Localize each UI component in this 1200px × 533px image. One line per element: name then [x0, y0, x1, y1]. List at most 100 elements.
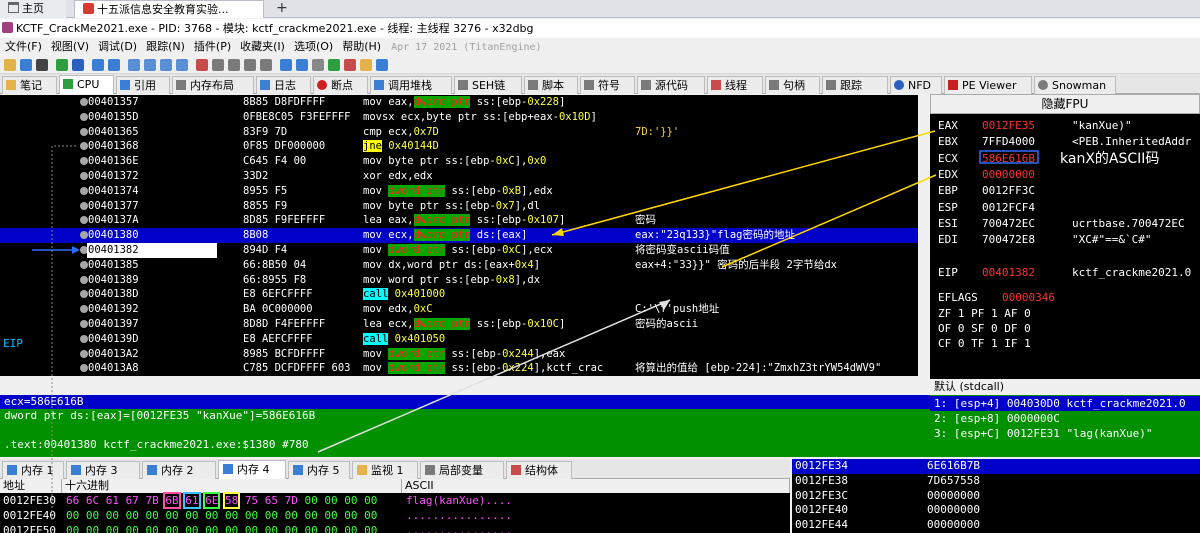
stack-panel[interactable]: 0012FE34 6E616B7B 0012FE38 7D657558 0012FE3C… [792, 459, 1200, 533]
menu-favourites[interactable]: 收藏夹(I) [240, 38, 285, 56]
tab-nfd[interactable]: NFD [890, 76, 942, 94]
restart-icon[interactable] [20, 59, 32, 71]
disasm-row[interactable]: 004013A8 C785 DCFDFFFF 603 mov dword ptr s… [0, 361, 918, 376]
disasm-row[interactable]: 00401389 66:8955 F8 mov word ptr ss:[ebp-0… [0, 273, 918, 288]
browser-tab-active[interactable]: 十五派信息安全教育实验... [74, 0, 264, 18]
tab-log[interactable]: 日志 [256, 76, 311, 94]
disasm-row[interactable]: 00401382 894D F4 mov dword ptr ss:[ebp-0xC… [0, 243, 918, 258]
tab-source[interactable]: 源代码 [637, 76, 705, 94]
call-arg-2[interactable]: 2: [esp+8] 0000000C [934, 411, 1060, 426]
register-row[interactable]: ESP 0012FCF4 [938, 200, 1072, 215]
disasm-row[interactable]: 00401380 8B08 mov ecx,dword ptr ds:[eax] ea… [0, 228, 918, 243]
settings-icon[interactable] [312, 59, 324, 71]
run-to-user-code-icon[interactable] [176, 59, 188, 71]
tab-dump-1[interactable]: 内存 1 [2, 461, 64, 479]
search-icon[interactable] [280, 59, 292, 71]
attach-icon[interactable] [360, 59, 372, 71]
menu-view[interactable]: 视图(V) [51, 38, 89, 56]
hide-fpu-button[interactable]: 隐藏FPU [930, 94, 1200, 114]
run-icon[interactable] [56, 59, 68, 71]
call-arg-3[interactable]: 3: [esp+C] 0012FE31 "lag(kanXue)" [934, 426, 1153, 441]
tab-snowman[interactable]: Snowman [1034, 76, 1116, 94]
execute-till-return-icon[interactable] [160, 59, 172, 71]
eflags-row[interactable]: EFLAGS 00000346 [938, 290, 1055, 305]
functions-icon[interactable] [260, 59, 272, 71]
tab-handles[interactable]: 句柄 [765, 76, 820, 94]
disasm-row[interactable]: 0040137A 8D85 F9FEFFFF lea eax,dword ptr s… [0, 213, 918, 228]
comments-icon[interactable] [212, 59, 224, 71]
browser-tab-home[interactable]: 主页 [0, 0, 66, 18]
disassembly-panel[interactable]: 00401357 8B85 D8FDFFFF mov eax,dword ptr s… [0, 95, 918, 376]
new-tab-button[interactable]: + [268, 0, 288, 18]
disasm-row[interactable]: 00401368 0F85 DF000000 jne 0x40144D [0, 139, 918, 154]
disasm-row[interactable]: 0040138D E8 6EFCFFFF call 0x401000 [0, 287, 918, 302]
register-row[interactable]: ECX 586E616B [938, 151, 1072, 166]
calculator-icon[interactable] [296, 59, 308, 71]
tab-call-stack[interactable]: 调用堆栈 [370, 76, 452, 94]
tab-trace[interactable]: 跟踪 [822, 76, 888, 94]
stack-row[interactable]: 0012FE38 7D657558 [792, 474, 1200, 489]
registers-panel[interactable]: 隐藏FPU EAX 0012FE35 "kanXue)" EBX 7FFD4000 <PE… [930, 94, 1200, 379]
trace-over-icon[interactable] [144, 59, 156, 71]
menu-trace[interactable]: 跟踪(N) [146, 38, 185, 56]
tab-dump-2[interactable]: 内存 2 [142, 461, 216, 479]
call-arg-1[interactable]: 1: [esp+4] 004030D0 kctf_crackme2021.0 [930, 396, 1200, 411]
tab-struct[interactable]: 结构体 [506, 461, 572, 479]
flags-row-1[interactable]: ZF 1 PF 1 AF 0 [938, 306, 1031, 321]
close-icon[interactable] [36, 59, 48, 71]
tab-script[interactable]: 脚本 [524, 76, 578, 94]
menu-file[interactable]: 文件(F) [5, 38, 42, 56]
disasm-row[interactable]: 004013A2 8985 BCFDFFFF mov dword ptr ss:[e… [0, 347, 918, 362]
step-into-icon[interactable] [92, 59, 104, 71]
register-row[interactable]: EAX 0012FE35 "kanXue)" [938, 118, 1132, 133]
menu-debug[interactable]: 调试(D) [98, 38, 137, 56]
tab-locals[interactable]: 局部变量 [420, 461, 504, 479]
stack-row[interactable]: 0012FE3C 00000000 [792, 489, 1200, 504]
dump-col-address[interactable]: 地址 [0, 479, 62, 493]
tab-symbols[interactable]: 符号 [580, 76, 635, 94]
step-over-icon[interactable] [108, 59, 120, 71]
bookmark-icon[interactable] [244, 59, 256, 71]
tab-pe-viewer[interactable]: PE Viewer [944, 76, 1032, 94]
register-row[interactable]: EDI 700472E8 "XC#"==&`C#" [938, 232, 1151, 247]
menu-plugins[interactable]: 插件(P) [194, 38, 231, 56]
dump-row[interactable]: 0012FE50 00 00 00 00 00 00 00 00 00 00 00… [0, 523, 790, 533]
menu-help[interactable]: 帮助(H) [342, 38, 381, 56]
script-icon[interactable] [328, 59, 340, 71]
disasm-row[interactable]: 00401397 8D8D F4FEFFFF lea ecx,dword ptr s… [0, 317, 918, 332]
labels-icon[interactable] [228, 59, 240, 71]
tab-notes[interactable]: 笔记 [2, 76, 57, 94]
patch-icon[interactable] [196, 59, 208, 71]
disasm-row[interactable]: 00401365 83F9 7D cmp ecx,0x7D 7D:'}}' [0, 125, 918, 140]
dump-col-hex[interactable]: 十六进制 [62, 479, 402, 493]
disasm-row[interactable]: 00401377 8855 F9 mov byte ptr ss:[ebp-0x7]… [0, 199, 918, 214]
disasm-row[interactable]: 00401374 8955 F5 mov dword ptr ss:[ebp-0xB… [0, 184, 918, 199]
tab-breakpoints[interactable]: 断点 [313, 76, 368, 94]
menu-options[interactable]: 选项(O) [294, 38, 333, 56]
tab-watch-1[interactable]: 监视 1 [352, 461, 418, 479]
dump-row[interactable]: 0012FE30 66 6C 61 67 7B 6B 61 6E 58 75 65… [0, 492, 790, 509]
trace-into-icon[interactable] [128, 59, 140, 71]
flags-row-2[interactable]: OF 0 SF 0 DF 0 [938, 321, 1031, 336]
tab-memory-map[interactable]: 内存布局 [172, 76, 254, 94]
disasm-row[interactable]: 0040135D 0FBE8C05 F3FEFFFF movsx ecx,byte … [0, 110, 918, 125]
tab-references[interactable]: 引用 [116, 76, 170, 94]
disasm-row[interactable]: 00401372 33D2 xor edx,edx [0, 169, 918, 184]
register-row[interactable]: EIP 00401382 kctf_crackme2021.0 [938, 265, 1191, 280]
register-row[interactable]: EBP 0012FF3C [938, 183, 1072, 198]
register-row[interactable]: EDX 00000000 [938, 167, 1072, 182]
stack-row[interactable]: 0012FE34 6E616B7B [792, 459, 1200, 474]
tab-dump-3[interactable]: 内存 3 [66, 461, 140, 479]
tab-threads[interactable]: 线程 [707, 76, 763, 94]
tab-seh-chain[interactable]: SEH链 [454, 76, 522, 94]
disasm-row[interactable]: 0040139D E8 AEFCFFFF call 0x401050 [0, 332, 918, 347]
plugin-icon[interactable] [344, 59, 356, 71]
dump-col-ascii[interactable]: ASCII [402, 479, 790, 493]
tab-cpu[interactable]: CPU [59, 75, 114, 94]
open-icon[interactable] [4, 59, 16, 71]
log-icon[interactable] [376, 59, 388, 71]
flags-row-3[interactable]: CF 0 TF 1 IF 1 [938, 336, 1031, 351]
pause-icon[interactable] [72, 59, 84, 71]
calling-convention[interactable]: 默认 (stdcall) [930, 379, 1200, 395]
tab-dump-5[interactable]: 内存 5 [288, 461, 350, 479]
